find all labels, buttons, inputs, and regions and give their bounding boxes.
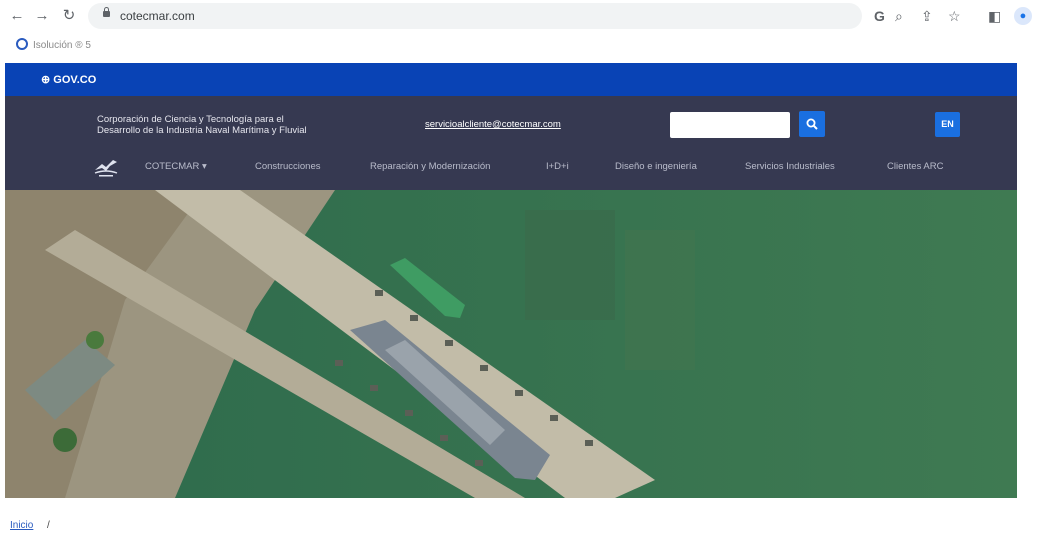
google-translate-icon[interactable]: G [874,8,885,24]
menu-item-idi[interactable]: I+D+i [546,161,569,172]
back-arrow-icon[interactable]: ← [8,7,26,25]
search-input[interactable] [670,112,790,138]
gov-co-logo[interactable]: ⊕ GOV.CO [41,73,96,86]
forward-arrow-icon[interactable]: → [33,7,51,25]
zoom-icon[interactable]: ⌕ [895,8,903,24]
tagline-line-2: Desarrollo de la Industria Naval Marítim… [97,125,307,136]
menu-item-servicios[interactable]: Servicios Industriales [745,161,835,172]
menu-item-diseno[interactable]: Diseño e ingeniería [615,161,697,172]
profile-avatar-icon[interactable]: ● [1014,7,1032,25]
bookmark-star-icon[interactable]: ☆ [948,8,961,24]
hero-banner-image [5,190,1017,498]
isolucion-favicon-icon[interactable] [16,38,28,50]
cotecmar-logo-icon[interactable] [93,156,119,178]
language-en-button[interactable]: EN [935,112,960,137]
gov-bar: ⊕ GOV.CO [5,63,1017,96]
breadcrumb-home-link[interactable]: Inicio [10,520,33,531]
side-panel-icon[interactable]: ◧ [988,8,1001,24]
contact-email-link[interactable]: servicioalcliente@cotecmar.com [425,119,561,130]
search-button[interactable] [799,111,825,137]
lock-icon[interactable] [103,7,110,17]
bookmarks-bar [0,33,1045,57]
url-text[interactable]: cotecmar.com [120,9,195,23]
menu-item-clientes-arc[interactable]: Clientes ARC [887,161,944,172]
menu-item-reparacion[interactable]: Reparación y Modernización [370,161,490,172]
share-icon[interactable]: ⇪ [921,8,933,24]
gov-co-icon: ⊕ [41,74,51,86]
shipyard-aerial-image [5,190,1017,498]
breadcrumb-separator: / [47,520,50,531]
menu-item-cotecmar[interactable]: COTECMAR ▾ [145,161,207,172]
site-tagline: Corporación de Ciencia y Tecnología para… [97,114,357,136]
bookmark-isolucion[interactable]: Isolución ® 5 [33,40,91,51]
menu-item-construcciones[interactable]: Construcciones [255,161,320,172]
gov-co-label: GOV.CO [53,74,97,86]
search-icon [806,118,818,130]
address-bar[interactable] [88,3,862,29]
tagline-line-1: Corporación de Ciencia y Tecnología para… [97,114,284,125]
site-header: Corporación de Ciencia y Tecnología para… [5,96,1017,190]
reload-icon[interactable]: ↻ [60,7,78,25]
browser-toolbar: ← → ↻ cotecmar.com G ⌕ ⇪ ☆ ◧ ● [0,0,1045,33]
